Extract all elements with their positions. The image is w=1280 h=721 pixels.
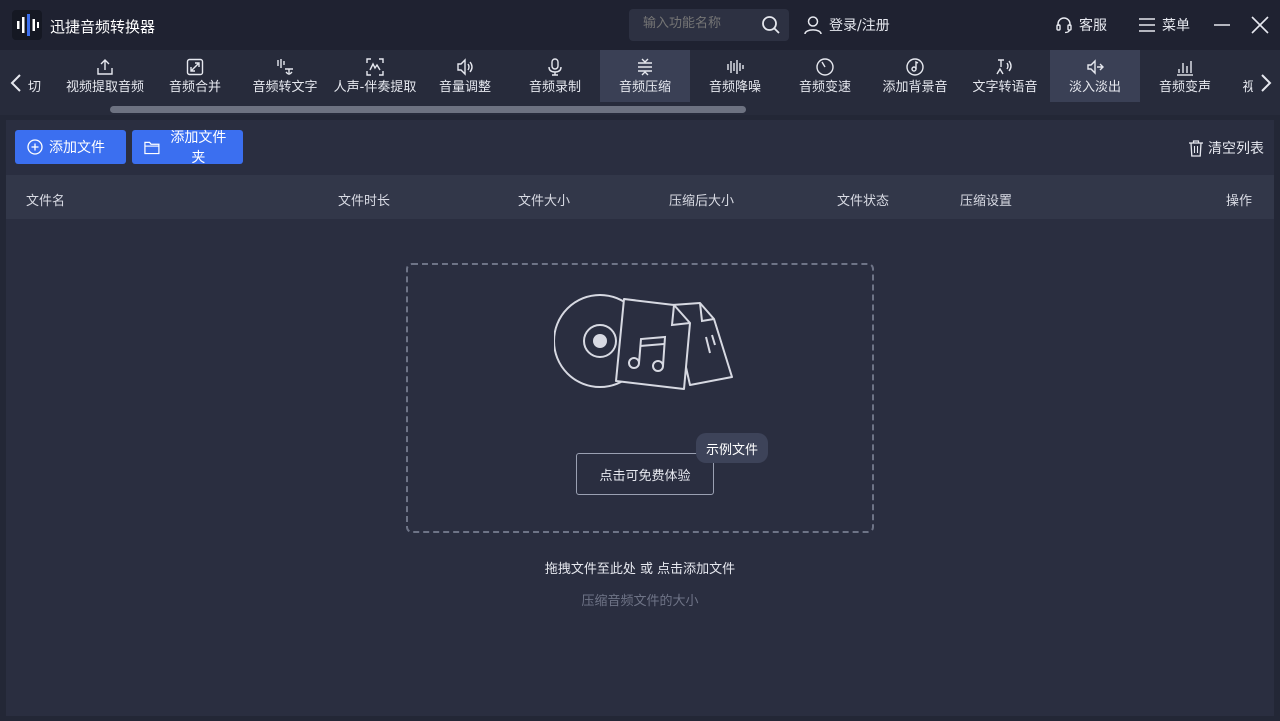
tool-voice-change[interactable]: 音频变声 (1140, 50, 1230, 102)
login-label: 登录/注册 (829, 18, 890, 34)
tool-label: 淡入淡出 (1068, 80, 1121, 95)
tool-compress[interactable]: 音频压缩 (600, 50, 690, 102)
tool-scissors[interactable]: 音频剪切 (28, 50, 60, 102)
free-trial-button[interactable]: 点击可免费体验 (576, 453, 714, 495)
tool-label: 视频提取音频 (65, 80, 144, 95)
audio-file-illustration (554, 294, 733, 390)
column-header-compressed-size: 压缩后大小 (669, 194, 735, 209)
tool-label: 音频剪切 (28, 80, 41, 95)
folder-icon (144, 141, 160, 154)
audio-to-text-icon (277, 59, 293, 75)
menu-label: 菜单 (1162, 18, 1190, 34)
column-header-status: 文件状态 (837, 194, 890, 209)
hamburger-icon (1139, 18, 1155, 32)
headset-icon (1056, 17, 1072, 34)
add-file-button[interactable]: 添加文件 (15, 130, 126, 164)
tools-scrollbar[interactable] (110, 106, 746, 113)
add-folder-button[interactable]: 添加文件夹 (132, 130, 243, 166)
tool-label: 音频降噪 (708, 80, 761, 95)
search-icon[interactable] (761, 15, 781, 35)
customer-service-button[interactable]: 客服 (1055, 13, 1107, 37)
tool-background-music[interactable]: 添加背景音 (870, 50, 960, 102)
app-title: 迅捷音频转换器 (50, 18, 156, 36)
background-music-icon (906, 58, 924, 76)
upload-icon (97, 59, 113, 75)
chevron-left-icon[interactable] (6, 68, 26, 98)
tool-text-to-speech[interactable]: 文字转语音 (960, 50, 1050, 102)
column-header-size: 文件大小 (518, 194, 571, 209)
column-header-actions: 操作 (1226, 194, 1253, 209)
tool-label: 音频合并 (168, 80, 221, 95)
tool-denoise[interactable]: 音频降噪 (690, 50, 780, 102)
main-panel: 添加文件 添加文件夹 清空列表 文件名 文件时长 文件大小 压缩后大小 文件状态… (6, 120, 1274, 716)
drop-subhint: 压缩音频文件的大小 (581, 594, 699, 609)
tool-microphone[interactable]: 音频录制 (510, 50, 600, 102)
tool-label: 音量调整 (438, 80, 491, 95)
voice-change-icon (1177, 61, 1193, 76)
table-header: 文件名 文件时长 文件大小 压缩后大小 文件状态 压缩设置 操作 (6, 175, 1274, 219)
tool-audio-to-text[interactable]: 音频转文字 (240, 50, 330, 102)
speed-icon (816, 58, 834, 76)
clear-list-label: 清空列表 (1208, 141, 1264, 157)
drop-hint: 拖拽文件至此处 或 点击添加文件 (544, 562, 736, 577)
tool-fade[interactable]: 淡入淡出 (1050, 50, 1140, 102)
search-box[interactable] (629, 9, 789, 41)
title-bar: 迅捷音频转换器 登录/注册 客服 菜单 (0, 0, 1280, 50)
column-header-settings: 压缩设置 (960, 194, 1013, 209)
menu-button[interactable]: 菜单 (1138, 13, 1190, 37)
user-icon (804, 16, 822, 35)
volume-icon (457, 58, 473, 76)
app-logo-icon (12, 10, 42, 40)
trash-icon (1189, 139, 1203, 157)
tool-video[interactable]: 视频转音频 (1230, 50, 1253, 102)
fade-icon (1087, 59, 1104, 75)
tool-label: 文字转语音 (972, 80, 1038, 95)
service-label: 客服 (1079, 18, 1107, 34)
tool-label: 视频转音频 (1242, 80, 1253, 95)
tool-label: 音频转文字 (252, 80, 318, 95)
close-icon[interactable] (1250, 15, 1270, 35)
microphone-icon (548, 58, 562, 76)
tool-label: 音频录制 (528, 80, 581, 95)
minimize-icon[interactable] (1213, 15, 1231, 35)
tool-volume[interactable]: 音量调整 (420, 50, 510, 102)
tool-label: 添加背景音 (882, 80, 948, 95)
column-header-duration: 文件时长 (338, 194, 391, 209)
tool-strip: 音频剪切 视频提取音频 音频合并 音频转文字人声-伴奏提取 音量调整 音频录制 音频压缩 音频… (0, 50, 1280, 115)
tool-upload[interactable]: 视频提取音频 (60, 50, 150, 102)
drop-zone[interactable]: 点击可免费体验 示例文件 (406, 263, 874, 533)
tool-label: 音频压缩 (618, 80, 671, 95)
tool-merge[interactable]: 音频合并 (150, 50, 240, 102)
merge-icon (186, 58, 204, 76)
login-button[interactable]: 登录/注册 (803, 13, 890, 37)
vocal-extract-icon (366, 58, 384, 76)
tool-speed[interactable]: 音频变速 (780, 50, 870, 102)
text-to-speech-icon (996, 59, 1012, 75)
compress-icon (638, 58, 652, 76)
column-header-filename: 文件名 (26, 194, 66, 209)
search-input[interactable] (643, 16, 753, 31)
add-file-label: 添加文件 (49, 140, 105, 156)
chevron-right-icon[interactable] (1256, 68, 1276, 98)
tool-label: 音频变速 (798, 80, 851, 95)
tools-list: 音频剪切 视频提取音频 音频合并 音频转文字人声-伴奏提取 音量调整 音频录制 音频压缩 音频… (28, 50, 1253, 102)
plus-circle-icon (27, 139, 43, 155)
tool-vocal-extract[interactable]: 人声-伴奏提取 (330, 50, 420, 102)
tool-label: 人声-伴奏提取 (333, 80, 417, 95)
sample-file-tag[interactable]: 示例文件 (696, 433, 769, 463)
tool-label: 音频变声 (1158, 80, 1211, 95)
add-folder-label: 添加文件夹 (170, 130, 227, 166)
clear-list-button[interactable]: 清空列表 (1188, 138, 1264, 158)
tools-viewport: 音频剪切 视频提取音频 音频合并 音频转文字人声-伴奏提取 音量调整 音频录制 音频压缩 音频… (28, 50, 1253, 102)
denoise-icon (727, 60, 744, 74)
